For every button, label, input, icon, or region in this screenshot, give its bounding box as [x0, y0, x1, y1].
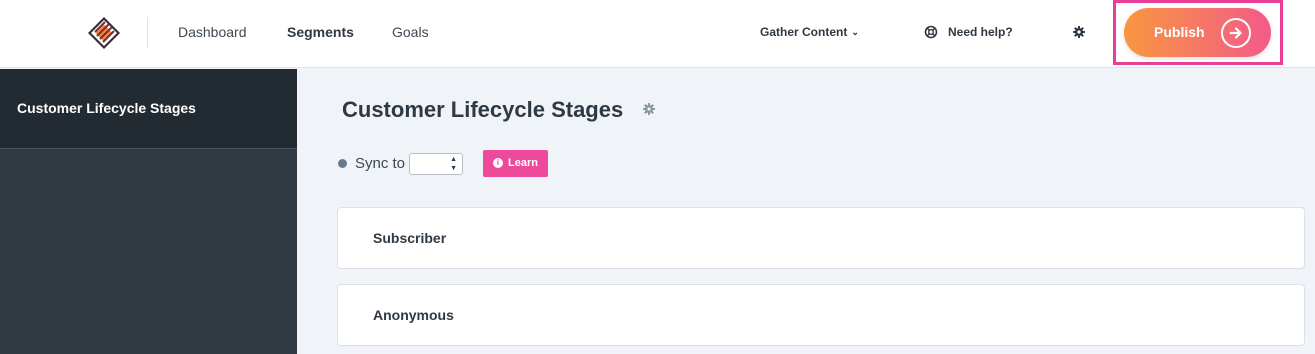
select-arrows-icon: ▲ ▼ — [450, 156, 457, 172]
help-label: Need help? — [948, 25, 1013, 39]
nav-goals[interactable]: Goals — [392, 23, 429, 41]
arrow-right-circle-icon — [1221, 18, 1251, 48]
sidebar-item-label: Customer Lifecycle Stages — [17, 100, 196, 116]
info-icon: i — [493, 158, 503, 168]
logo-divider — [147, 17, 148, 48]
stage-label: Subscriber — [373, 230, 447, 246]
gear-icon[interactable] — [643, 103, 655, 115]
nav-segments[interactable]: Segments — [287, 23, 354, 41]
top-navigation-bar: Dashboard Segments Goals Gather Content ⌄… — [0, 0, 1315, 68]
publish-label: Publish — [1154, 24, 1205, 40]
sync-select[interactable]: ▲ ▼ — [409, 153, 463, 175]
sidebar-item-customer-lifecycle-stages[interactable]: Customer Lifecycle Stages — [0, 69, 297, 149]
stage-card-anonymous[interactable]: Anonymous — [337, 284, 1305, 346]
account-label: Gather Content — [760, 25, 848, 39]
layered-stack-logo[interactable] — [86, 15, 122, 51]
learn-button[interactable]: i Learn — [483, 150, 548, 177]
page-title: Customer Lifecycle Stages — [342, 97, 624, 122]
nav-dashboard[interactable]: Dashboard — [178, 23, 247, 41]
account-dropdown[interactable]: Gather Content ⌄ — [760, 24, 859, 41]
publish-button[interactable]: Publish — [1124, 8, 1271, 57]
chevron-down-icon: ⌄ — [851, 27, 859, 37]
learn-label: Learn — [508, 157, 538, 169]
gear-icon[interactable] — [1073, 26, 1085, 38]
sync-status-dot — [338, 159, 347, 168]
lifebuoy-icon — [924, 25, 938, 39]
stage-card-subscriber[interactable]: Subscriber — [337, 207, 1305, 269]
sidebar: Customer Lifecycle Stages — [0, 69, 297, 354]
stage-label: Anonymous — [373, 307, 454, 323]
sync-label: Sync to — [355, 155, 406, 172]
